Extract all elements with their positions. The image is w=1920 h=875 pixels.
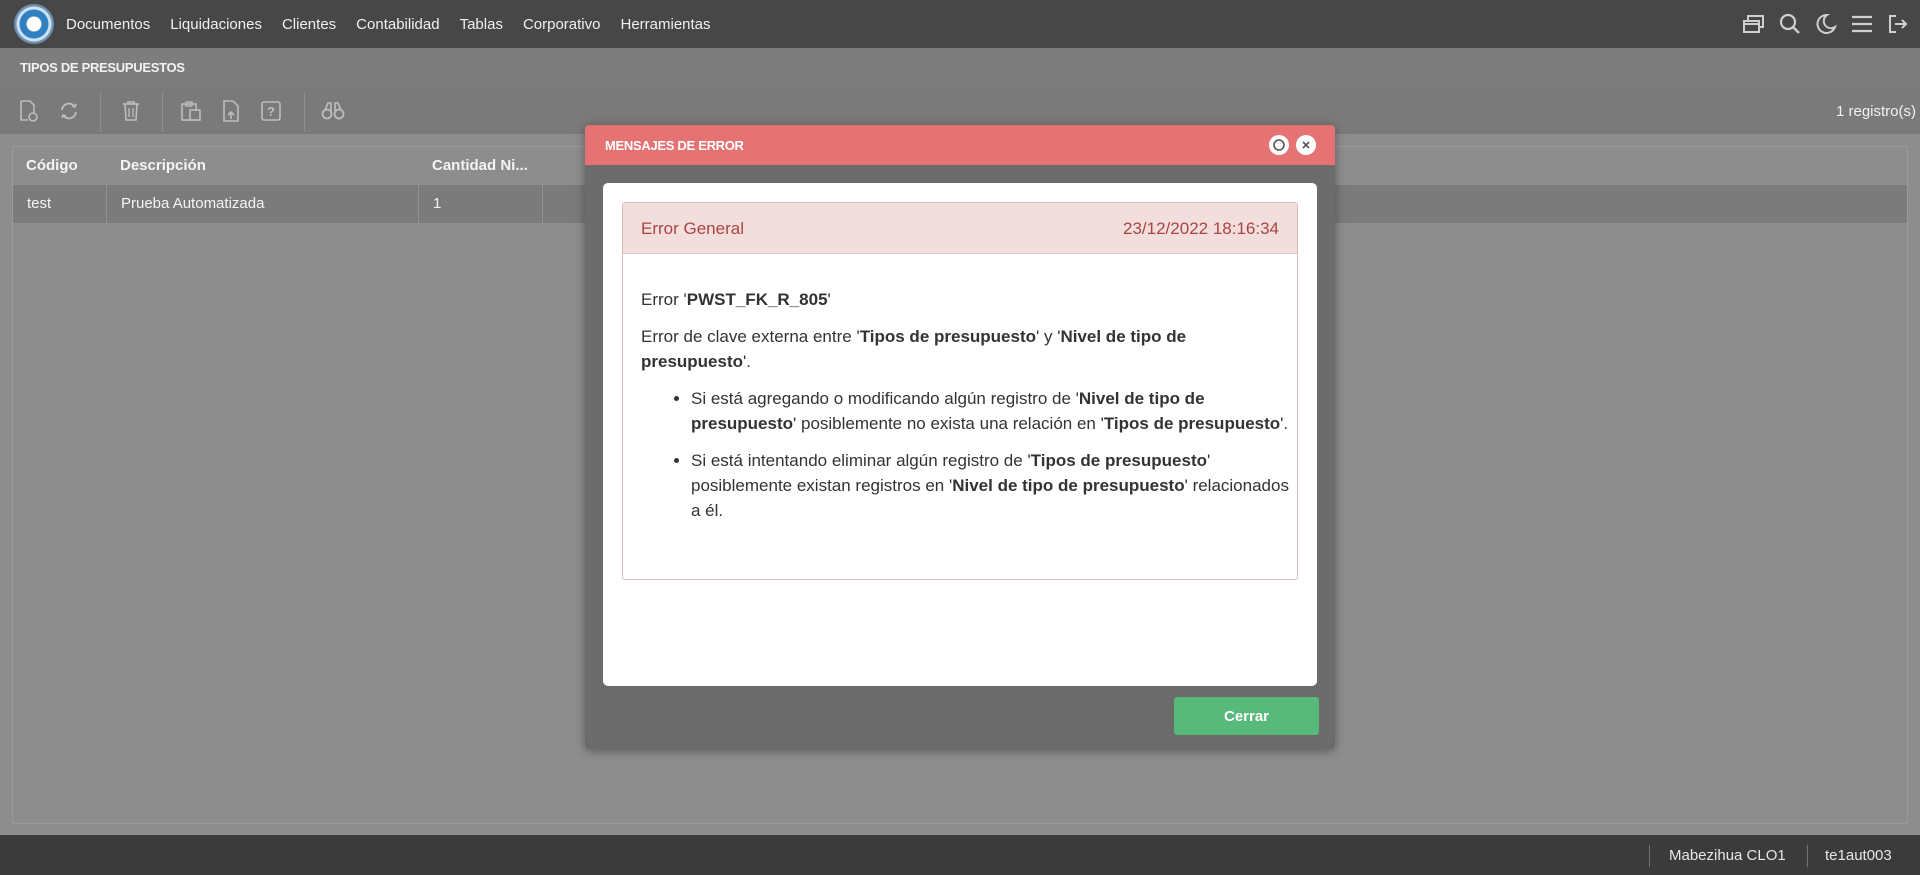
error-hints: Si está agregando o modificando algún re… bbox=[691, 386, 1291, 523]
alert-message: Error 'PWST_FK_R_805' Error de clave ext… bbox=[641, 287, 1291, 535]
cell-cantidad[interactable]: 1 bbox=[419, 185, 543, 223]
menu-item-contabilidad[interactable]: Contabilidad bbox=[356, 16, 439, 33]
restore-icon[interactable] bbox=[1269, 135, 1289, 155]
record-count: 1 registro(s) bbox=[1835, 103, 1916, 120]
column-header-codigo[interactable]: Código bbox=[26, 157, 78, 174]
status-user: Mabezihua CLO1 bbox=[1669, 847, 1786, 864]
windows-icon[interactable] bbox=[1742, 12, 1766, 36]
menu-item-herramientas[interactable]: Herramientas bbox=[620, 16, 710, 33]
menu-item-corporativo[interactable]: Corporativo bbox=[523, 16, 601, 33]
page-title: TIPOS DE PRESUPUESTOS bbox=[20, 60, 185, 75]
status-bar: Mabezihua CLO1 te1aut003 bbox=[0, 835, 1920, 875]
cell-codigo[interactable]: test bbox=[13, 185, 107, 223]
dialog-body: Error General 23/12/2022 18:16:34 Error … bbox=[603, 183, 1317, 686]
menu-item-documentos[interactable]: Documentos bbox=[66, 16, 150, 33]
status-session: te1aut003 bbox=[1825, 847, 1892, 864]
logout-icon[interactable] bbox=[1886, 12, 1910, 36]
top-icons bbox=[1730, 0, 1910, 48]
alert-title: Error General bbox=[641, 219, 744, 238]
status-divider bbox=[1807, 845, 1808, 867]
find-icon[interactable] bbox=[320, 98, 346, 124]
toolbar-divider bbox=[162, 92, 163, 132]
svg-text:?: ? bbox=[267, 104, 275, 119]
cell-descripcion[interactable]: Prueba Automatizada bbox=[107, 185, 419, 223]
menu-item-clientes[interactable]: Clientes bbox=[282, 16, 336, 33]
error-description: Error de clave externa entre 'Tipos de p… bbox=[641, 327, 1187, 371]
menu-item-tablas[interactable]: Tablas bbox=[460, 16, 503, 33]
top-navbar: Documentos Liquidaciones Clientes Contab… bbox=[0, 0, 1920, 48]
search-icon[interactable] bbox=[1778, 12, 1802, 36]
export-icon[interactable] bbox=[218, 98, 244, 124]
moon-icon[interactable] bbox=[1814, 12, 1838, 36]
page-title-bar: TIPOS DE PRESUPUESTOS bbox=[0, 48, 1920, 88]
app-logo[interactable] bbox=[14, 4, 54, 44]
delete-icon[interactable] bbox=[118, 98, 144, 124]
error-alert: Error General 23/12/2022 18:16:34 Error … bbox=[622, 202, 1298, 580]
dialog-header: MENSAJES DE ERROR bbox=[585, 125, 1335, 165]
list-item: Si está intentando eliminar algún regist… bbox=[691, 448, 1291, 523]
error-code-line: Error 'PWST_FK_R_805' bbox=[641, 290, 831, 309]
paste-icon[interactable] bbox=[178, 98, 204, 124]
close-icon[interactable] bbox=[1296, 135, 1316, 155]
toolbar-divider bbox=[100, 92, 101, 132]
menu-item-liquidaciones[interactable]: Liquidaciones bbox=[170, 16, 262, 33]
help-icon[interactable]: ? bbox=[258, 98, 284, 124]
main-menu: Documentos Liquidaciones Clientes Contab… bbox=[66, 16, 731, 33]
status-divider bbox=[1649, 845, 1650, 867]
refresh-icon[interactable] bbox=[56, 98, 82, 124]
dialog-title: MENSAJES DE ERROR bbox=[605, 138, 744, 153]
alert-timestamp: 23/12/2022 18:16:34 bbox=[1123, 219, 1279, 238]
toolbar-divider bbox=[304, 92, 305, 132]
list-item: Si está agregando o modificando algún re… bbox=[691, 386, 1291, 436]
column-header-cantidad[interactable]: Cantidad Ni... bbox=[432, 157, 528, 174]
alert-header: Error General 23/12/2022 18:16:34 bbox=[623, 203, 1297, 254]
error-code: PWST_FK_R_805 bbox=[686, 290, 828, 309]
column-header-descripcion[interactable]: Descripción bbox=[120, 157, 206, 174]
close-button[interactable]: Cerrar bbox=[1174, 697, 1319, 735]
new-document-icon[interactable] bbox=[16, 98, 42, 124]
error-dialog: MENSAJES DE ERROR Error General 23/12/20… bbox=[585, 125, 1335, 749]
menu-icon[interactable] bbox=[1850, 12, 1874, 36]
